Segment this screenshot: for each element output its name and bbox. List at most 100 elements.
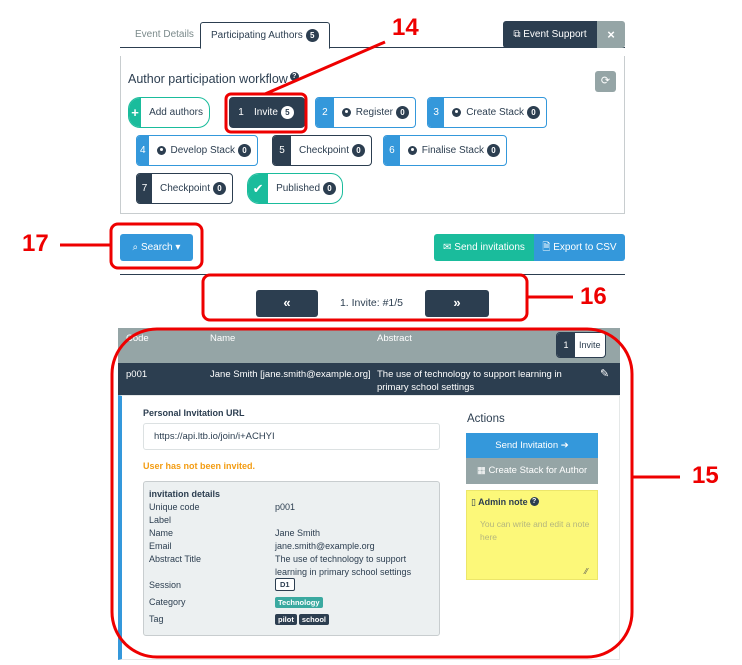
- actions-title: Actions: [467, 413, 505, 425]
- column-header-code[interactable]: Code: [126, 333, 149, 344]
- step-checkpoint-7[interactable]: 7 Checkpoint 0: [136, 173, 233, 204]
- send-invitations-button[interactable]: ✉ Send invitations: [434, 234, 534, 261]
- add-authors-button[interactable]: + Add authors: [128, 97, 210, 128]
- step-label: Published: [276, 183, 320, 194]
- field-value-name: Jane Smith: [275, 528, 321, 538]
- step-finalise-stack[interactable]: 6 Finalise Stack 0: [383, 135, 507, 166]
- field-label: Email: [149, 541, 172, 551]
- plus-icon: +: [129, 98, 142, 127]
- column-header-abstract[interactable]: Abstract: [377, 333, 412, 344]
- workflow-title: Author participation workflow?: [128, 72, 299, 86]
- button-label: Event Support: [523, 29, 587, 40]
- create-stack-button[interactable]: ▦ Create Stack for Author: [466, 458, 598, 484]
- edit-icon[interactable]: ✎: [600, 367, 609, 380]
- annotation-label-17: 17: [22, 230, 49, 257]
- annotation-label-14: 14: [392, 14, 419, 41]
- tab-event-details[interactable]: Event Details: [125, 22, 204, 48]
- invitation-status-warning: User has not been invited.: [143, 461, 256, 471]
- step-number: 5: [273, 136, 291, 165]
- pager-label: 1. Invite: #1/5: [339, 297, 404, 309]
- count-badge: 0: [323, 182, 336, 195]
- grid-icon: ▦: [476, 465, 489, 476]
- step-create-stack[interactable]: 3 Create Stack 0: [427, 97, 547, 128]
- count-badge: 0: [396, 106, 409, 119]
- button-label: Send invitations: [454, 242, 525, 253]
- admin-note-title: ▯ Admin note?: [471, 497, 539, 508]
- count-badge: 0: [487, 144, 500, 157]
- tag-badge: school: [298, 614, 329, 625]
- user-icon: [452, 108, 462, 117]
- field-value-email: jane.smith@example.org: [275, 541, 375, 551]
- step-develop-stack[interactable]: 4 Develop Stack 0: [136, 135, 258, 166]
- step-label: Register: [355, 107, 393, 118]
- step-number: 2: [316, 98, 334, 127]
- step-number: 3: [428, 98, 445, 127]
- button-label: Create Stack for Author: [488, 465, 588, 476]
- help-icon[interactable]: ?: [289, 72, 299, 81]
- count-badge: 0: [213, 182, 226, 195]
- caret-down-icon: ▾: [172, 242, 181, 253]
- title-text: Author participation workflow: [128, 72, 288, 86]
- field-label: Category: [149, 597, 186, 607]
- admin-note-placeholder[interactable]: You can write and edit a note here: [480, 518, 590, 544]
- column-header-name[interactable]: Name: [210, 333, 235, 344]
- tab-participating-authors[interactable]: Participating Authors 5: [200, 22, 330, 49]
- field-label: Tag: [149, 614, 164, 624]
- resize-handle-icon[interactable]: ⁄⁄: [585, 567, 588, 576]
- tag-badge: pilot: [275, 614, 297, 625]
- step-label: Add authors: [149, 107, 203, 118]
- cell-abstract: The use of technology to support learnin…: [377, 369, 562, 393]
- step-invite[interactable]: 1 Invite 5: [229, 97, 305, 128]
- step-number: 6: [384, 136, 400, 165]
- user-icon: [407, 146, 417, 155]
- step-label: Create Stack: [466, 107, 524, 118]
- annotation-label-15: 15: [692, 462, 719, 489]
- count-badge: 0: [238, 144, 251, 157]
- category-badge: Technology: [275, 597, 323, 608]
- help-icon[interactable]: ?: [529, 497, 539, 506]
- chevrons-left-icon: «: [283, 295, 291, 310]
- field-value-abstract-title: The use of technology to support learnin…: [275, 554, 412, 577]
- field-label: Unique code: [149, 502, 200, 512]
- refresh-icon: ⟳: [600, 75, 611, 87]
- file-icon: 🗎: [542, 242, 554, 253]
- next-button[interactable]: »: [425, 290, 489, 317]
- export-csv-button[interactable]: 🗎 Export to CSV: [534, 234, 625, 261]
- tab-label: Participating Authors: [211, 30, 303, 41]
- step-label: Checkpoint: [298, 145, 349, 156]
- stage-label: Invite: [579, 340, 601, 350]
- close-icon: ×: [607, 27, 615, 42]
- invitation-url-label: Personal Invitation URL: [143, 408, 245, 418]
- refresh-button[interactable]: ⟳: [595, 71, 616, 92]
- previous-button[interactable]: «: [256, 290, 318, 317]
- step-number: 7: [137, 174, 152, 203]
- divider: [120, 274, 625, 275]
- button-label: Export to CSV: [553, 242, 617, 253]
- invitation-url-field[interactable]: [143, 423, 440, 450]
- chevrons-right-icon: »: [453, 295, 461, 310]
- event-support-button[interactable]: ⧉ Event Support: [503, 21, 597, 48]
- step-register[interactable]: 2 Register 0: [315, 97, 416, 128]
- envelope-icon: ✉: [443, 242, 455, 253]
- send-invitation-button[interactable]: Send Invitation ➔: [466, 433, 598, 458]
- table-header: Code Name Abstract 1 Invite: [118, 328, 620, 363]
- stage-tag: 1 Invite: [556, 332, 606, 358]
- tab-label: Event Details: [135, 29, 194, 40]
- title-text: Admin note: [478, 497, 528, 507]
- step-checkpoint-5[interactable]: 5 Checkpoint 0: [272, 135, 372, 166]
- table-row[interactable]: p001 Jane Smith [jane.smith@example.org]…: [118, 363, 620, 395]
- search-icon: ⌕: [132, 242, 141, 253]
- count-badge: 0: [352, 144, 365, 157]
- count-badge: 0: [527, 106, 540, 119]
- button-label: Search: [140, 242, 173, 253]
- cell-code: p001: [126, 369, 148, 380]
- user-icon: [341, 108, 351, 117]
- check-icon: ✔: [248, 174, 269, 203]
- step-number: 4: [137, 136, 149, 165]
- external-link-icon: ⧉: [513, 29, 524, 40]
- search-dropdown-button[interactable]: ⌕ Search ▾: [120, 234, 193, 261]
- step-label: Checkpoint: [159, 183, 210, 194]
- close-button[interactable]: ×: [597, 21, 625, 48]
- step-published[interactable]: ✔ Published 0: [247, 173, 343, 204]
- field-label: Label: [149, 515, 172, 525]
